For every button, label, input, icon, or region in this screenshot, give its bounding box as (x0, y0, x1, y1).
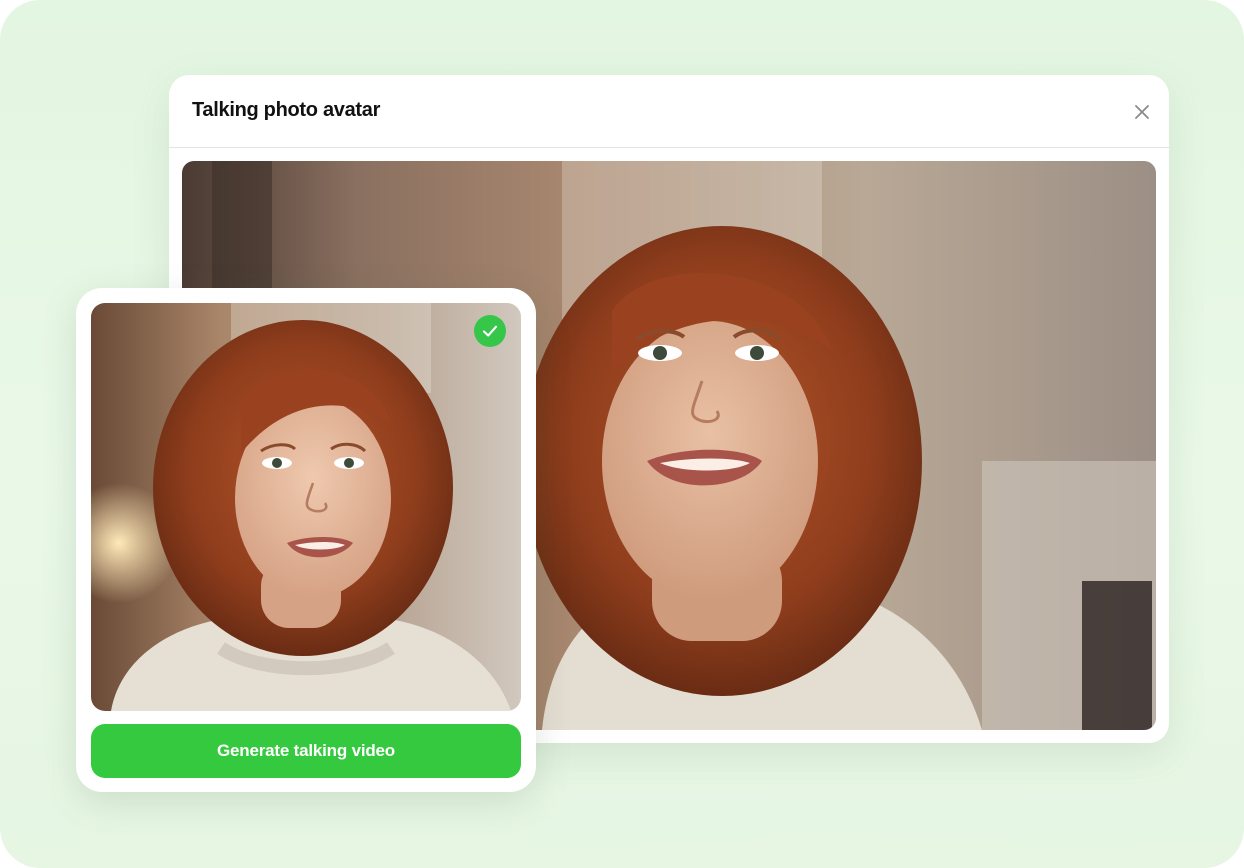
close-button[interactable] (1131, 101, 1153, 123)
check-icon (482, 325, 498, 337)
generate-talking-video-button[interactable]: Generate talking video (91, 724, 521, 778)
modal-title: Talking photo avatar (192, 99, 381, 121)
upload-card: Generate talking video (76, 288, 536, 792)
modal-header: Talking photo avatar (169, 75, 1169, 148)
selected-check-badge (474, 315, 506, 347)
uploaded-portrait-photo (91, 303, 521, 711)
close-icon (1135, 105, 1149, 119)
